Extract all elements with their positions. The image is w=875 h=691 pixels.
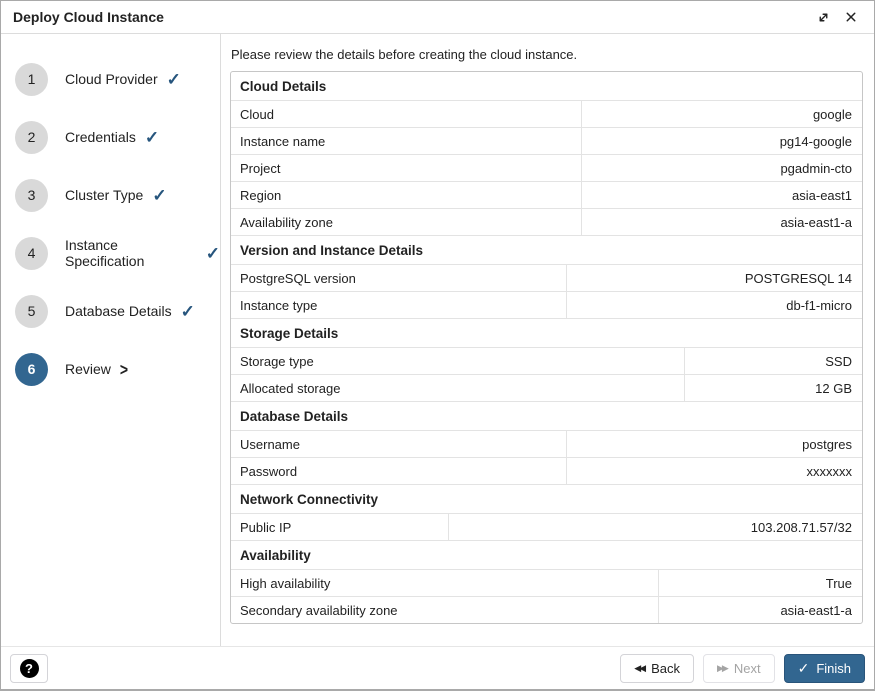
fast-forward-icon: ▶▶ (717, 664, 727, 673)
table-row: Projectpgadmin-cto (231, 154, 862, 181)
row-label: Instance type (231, 292, 567, 318)
row-value: postgres (567, 431, 862, 457)
step-label: Cloud Provider (65, 71, 158, 87)
step-number-badge: 4 (15, 237, 48, 270)
table-row: Cloudgoogle (231, 100, 862, 127)
row-label: Region (231, 182, 582, 208)
step-item-instance-specification[interactable]: 4 Instance Specification ✓ (1, 224, 220, 282)
check-icon: ✓ (206, 245, 220, 262)
review-panel: Please review the details before creatin… (221, 34, 874, 646)
help-icon: ? (20, 659, 39, 678)
chevron-right-icon: > (120, 360, 128, 378)
row-value: xxxxxxx (567, 458, 862, 484)
help-button[interactable]: ? (10, 654, 48, 683)
check-icon: ✓ (798, 661, 810, 675)
step-item-review[interactable]: 6 Review > (1, 340, 220, 398)
table-row: Public IP103.208.71.57/32 (231, 513, 862, 540)
step-item-cloud-provider[interactable]: 1 Cloud Provider ✓ (1, 50, 220, 108)
review-table: Cloud DetailsCloudgoogleInstance namepg1… (230, 71, 863, 624)
row-label: Cloud (231, 101, 582, 127)
table-row: Instance typedb-f1-micro (231, 291, 862, 318)
rewind-icon: ◀◀ (634, 664, 644, 673)
close-icon[interactable] (840, 6, 862, 28)
next-button-label: Next (734, 661, 761, 676)
row-value: pg14-google (582, 128, 862, 154)
row-label: Secondary availability zone (231, 597, 659, 623)
section-header: Network Connectivity (231, 484, 862, 513)
table-row: Regionasia-east1 (231, 181, 862, 208)
section-header: Cloud Details (231, 72, 862, 100)
step-number-badge: 3 (15, 179, 48, 212)
row-value: asia-east1-a (582, 209, 862, 235)
table-row: Passwordxxxxxxx (231, 457, 862, 484)
row-value: db-f1-micro (567, 292, 862, 318)
row-label: Storage type (231, 348, 685, 374)
step-label: Credentials (65, 129, 136, 145)
dialog-footer: ? ◀◀ Back ▶▶ Next ✓ Finish (1, 646, 874, 689)
row-label: Username (231, 431, 567, 457)
row-value: asia-east1-a (659, 597, 862, 623)
table-row: Secondary availability zoneasia-east1-a (231, 596, 862, 623)
dialog-titlebar: Deploy Cloud Instance (1, 1, 874, 34)
step-item-database-details[interactable]: 5 Database Details ✓ (1, 282, 220, 340)
finish-button-label: Finish (816, 661, 851, 676)
row-label: Project (231, 155, 582, 181)
row-label: Instance name (231, 128, 582, 154)
step-item-cluster-type[interactable]: 3 Cluster Type ✓ (1, 166, 220, 224)
step-number-badge: 5 (15, 295, 48, 328)
section-header: Availability (231, 540, 862, 569)
maximize-icon[interactable] (812, 6, 834, 28)
table-row: Allocated storage12 GB (231, 374, 862, 401)
row-value: SSD (685, 348, 862, 374)
review-intro-text: Please review the details before creatin… (231, 47, 863, 62)
wizard-steps: 1 Cloud Provider ✓ 2 Credentials ✓ 3 Cluster Ty… (1, 34, 221, 646)
row-value: google (582, 101, 862, 127)
dialog-title: Deploy Cloud Instance (13, 9, 164, 25)
check-icon: ✓ (145, 129, 159, 146)
table-row: Availability zoneasia-east1-a (231, 208, 862, 235)
dialog-body: 1 Cloud Provider ✓ 2 Credentials ✓ 3 Cluster Ty… (1, 34, 874, 646)
row-value: POSTGRESQL 14 (567, 265, 862, 291)
row-label: PostgreSQL version (231, 265, 567, 291)
table-row: Usernamepostgres (231, 430, 862, 457)
step-label: Review (65, 361, 111, 377)
section-header: Storage Details (231, 318, 862, 347)
step-label: Instance Specification (65, 237, 197, 269)
step-number-badge: 2 (15, 121, 48, 154)
row-value: asia-east1 (582, 182, 862, 208)
step-number-badge: 1 (15, 63, 48, 96)
row-value: 103.208.71.57/32 (449, 514, 862, 540)
row-label: Availability zone (231, 209, 582, 235)
row-label: High availability (231, 570, 659, 596)
table-row: High availabilityTrue (231, 569, 862, 596)
table-row: PostgreSQL versionPOSTGRESQL 14 (231, 264, 862, 291)
row-value: pgadmin-cto (582, 155, 862, 181)
back-button[interactable]: ◀◀ Back (620, 654, 694, 683)
check-icon: ✓ (181, 303, 195, 320)
check-icon: ✓ (152, 187, 166, 204)
row-value: True (659, 570, 862, 596)
finish-button[interactable]: ✓ Finish (784, 654, 865, 683)
section-header: Version and Instance Details (231, 235, 862, 264)
deploy-cloud-instance-dialog: Deploy Cloud Instance 1 Cloud Provider ✓ 2 C… (0, 0, 875, 691)
step-item-credentials[interactable]: 2 Credentials ✓ (1, 108, 220, 166)
row-label: Public IP (231, 514, 449, 540)
back-button-label: Back (651, 661, 680, 676)
section-header: Database Details (231, 401, 862, 430)
check-icon: ✓ (167, 71, 181, 88)
row-label: Allocated storage (231, 375, 685, 401)
step-label: Database Details (65, 303, 172, 319)
next-button[interactable]: ▶▶ Next (703, 654, 775, 683)
row-value: 12 GB (685, 375, 862, 401)
table-row: Storage typeSSD (231, 347, 862, 374)
step-label: Cluster Type (65, 187, 143, 203)
table-row: Instance namepg14-google (231, 127, 862, 154)
row-label: Password (231, 458, 567, 484)
step-number-badge: 6 (15, 353, 48, 386)
